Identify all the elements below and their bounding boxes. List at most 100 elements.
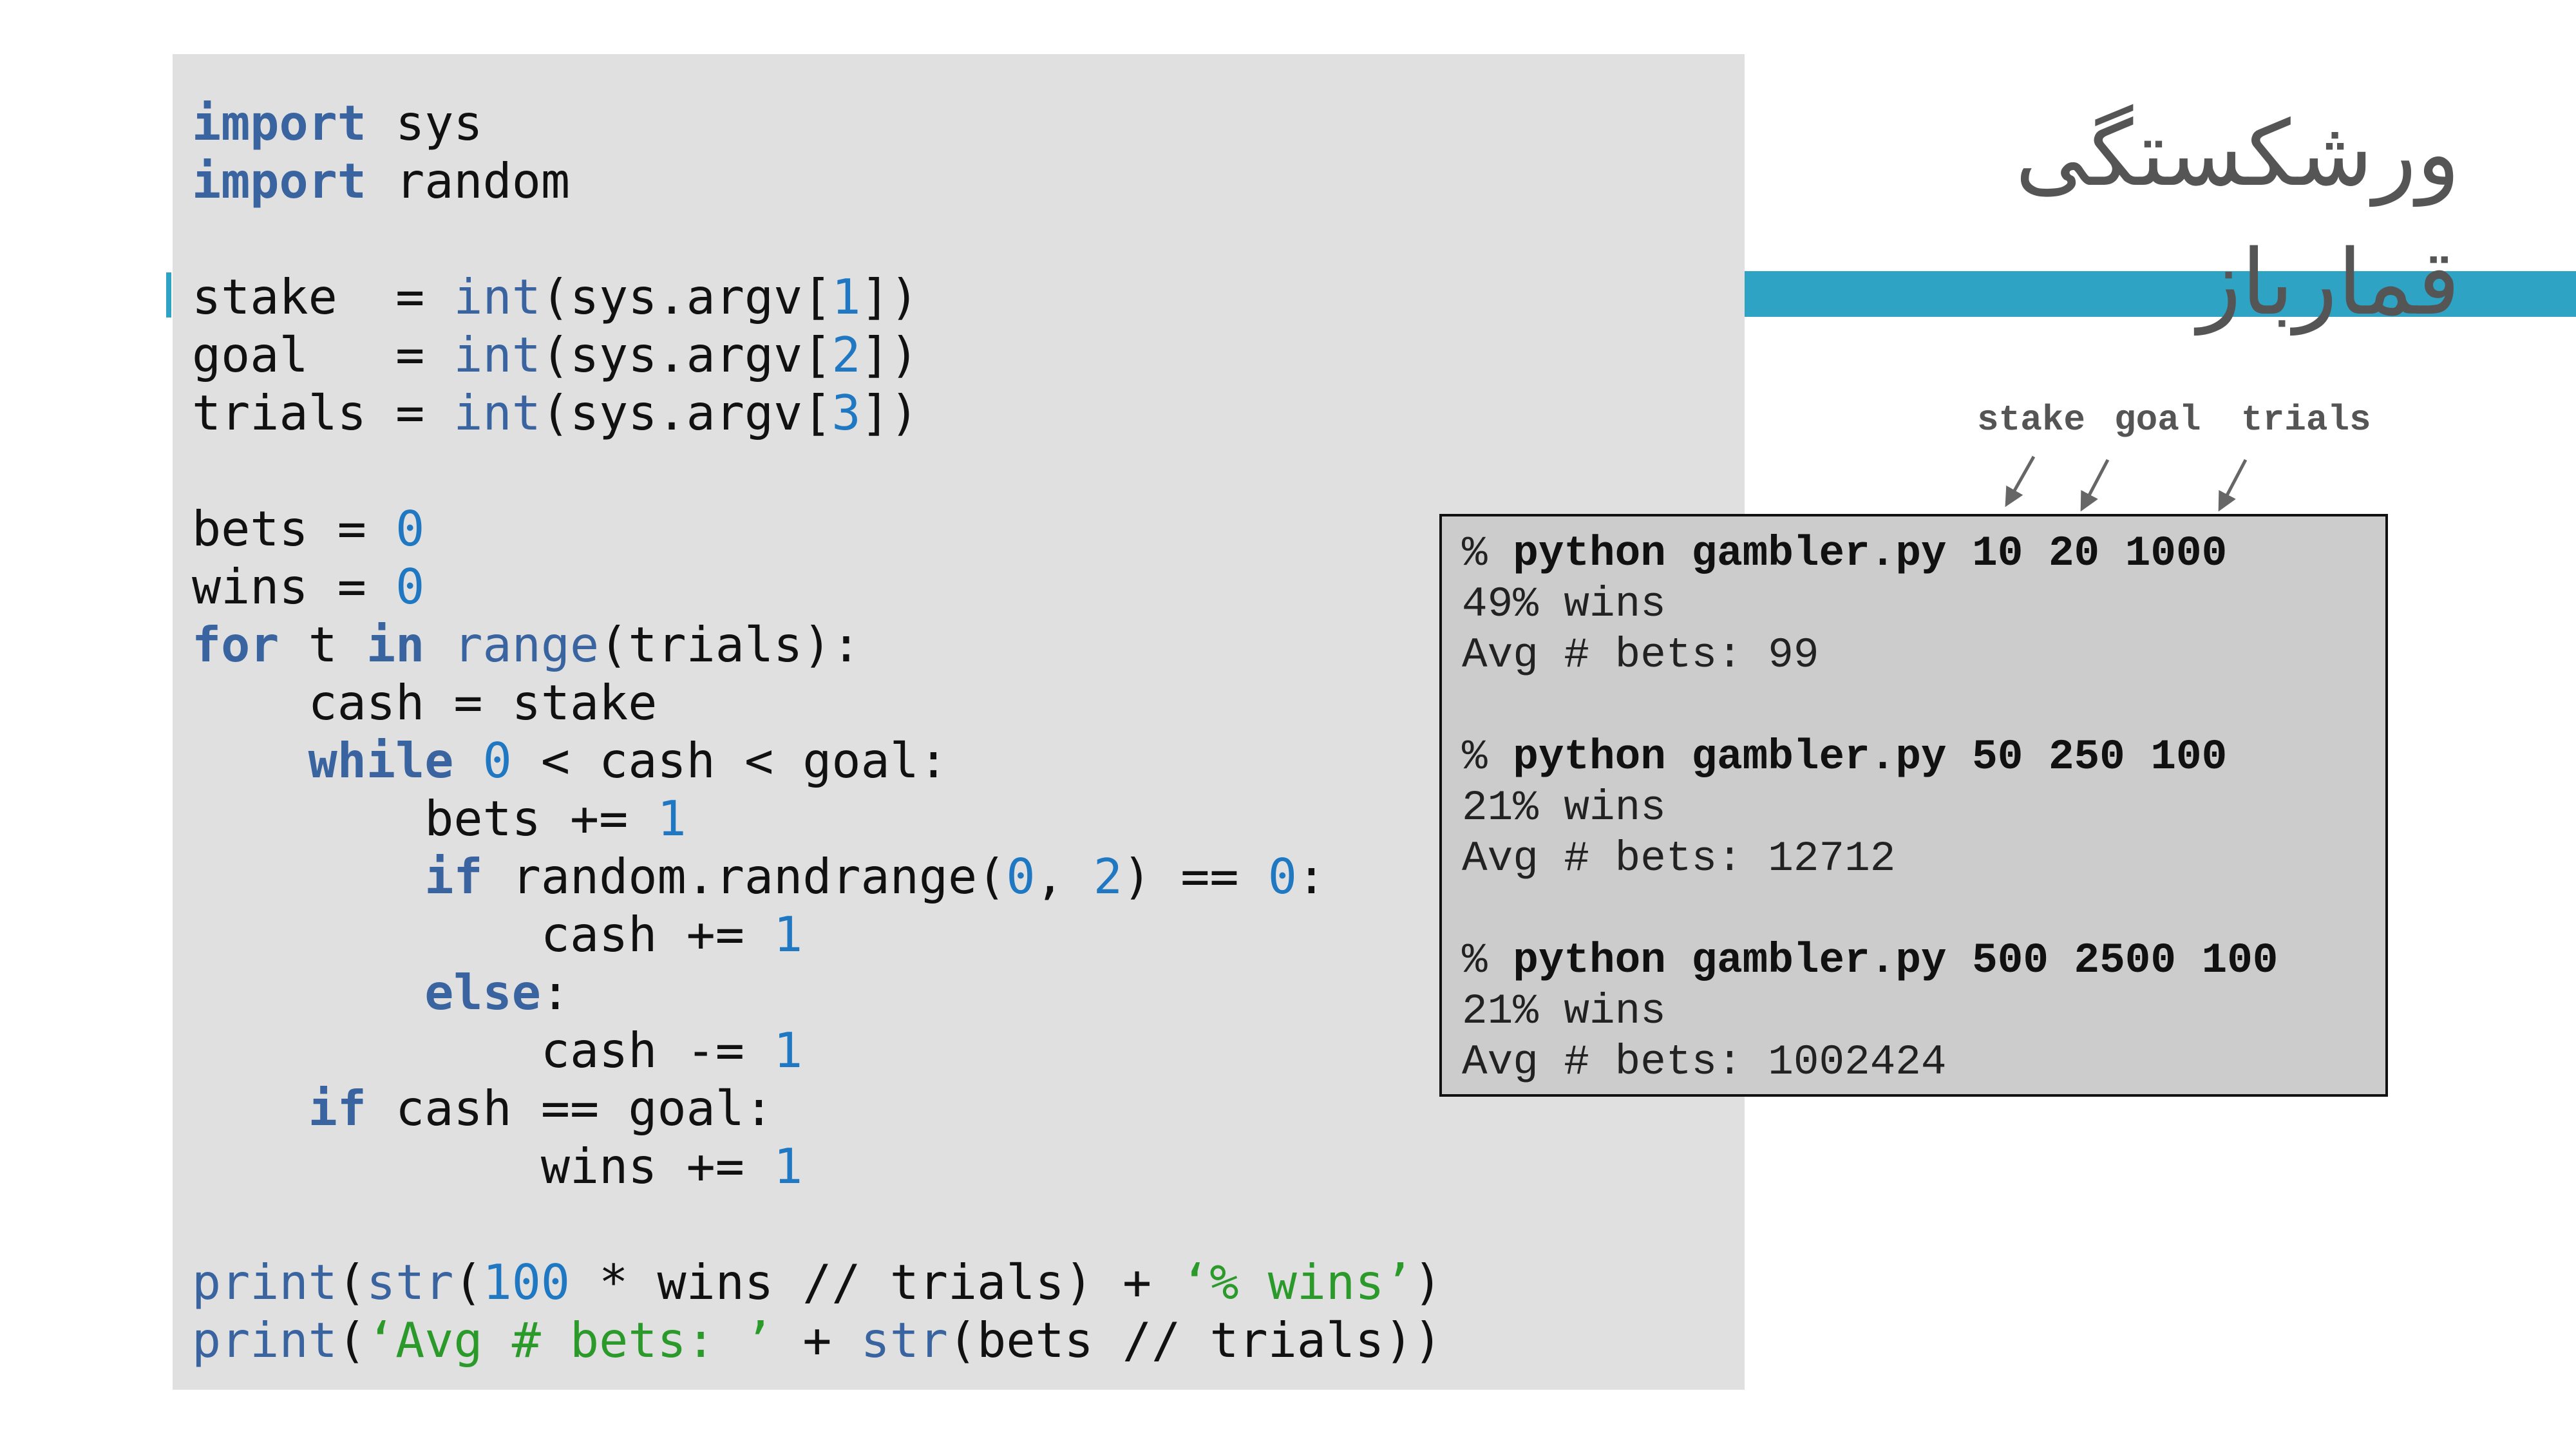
code-number: 3: [831, 384, 861, 441]
terminal-command-line: % python gambler.py 50 250 100: [1462, 732, 2278, 782]
code-number: 0: [395, 558, 425, 615]
code-line: wins += 1: [192, 1137, 1443, 1195]
label-stake: stake: [1977, 399, 2086, 440]
code-string: ‘Avg # bets: ’: [366, 1312, 774, 1368]
code-line: import sys: [192, 94, 1443, 152]
code-text: +: [773, 1312, 861, 1368]
code-text: ]): [860, 269, 919, 325]
code-string: ‘% wins’: [1180, 1254, 1414, 1311]
prompt-symbol: %: [1462, 936, 1488, 985]
code-line: stake = int(sys.argv[1]): [192, 268, 1443, 326]
code-keyword: while: [308, 732, 454, 789]
code-builtin: range: [453, 616, 600, 673]
code-builtin: print: [192, 1254, 337, 1311]
code-text: (trials):: [599, 616, 861, 673]
code-number: 2: [1093, 848, 1122, 905]
python-code-listing: import sys import random stake = int(sys.a…: [192, 94, 1443, 1369]
code-line: cash += 1: [192, 905, 1443, 963]
code-text: wins =: [192, 558, 396, 615]
text-cursor-marker: [166, 272, 171, 317]
code-text: ]): [860, 327, 919, 383]
code-text: t: [279, 616, 366, 673]
terminal-avg-bets-output: Avg # bets: 1002424: [1462, 1038, 1947, 1086]
code-text: ): [1413, 1254, 1443, 1311]
code-line: while 0 < cash < goal:: [192, 732, 1443, 790]
code-line: for t in range(trials):: [192, 616, 1443, 674]
code-number: 0: [395, 500, 425, 557]
terminal-wins-output: 21% wins: [1462, 784, 1666, 832]
label-goal: goal: [2114, 399, 2201, 440]
code-line: cash -= 1: [192, 1021, 1443, 1079]
terminal-wins-output: 49% wins: [1462, 580, 1666, 629]
slide-title: ورشکستگی قمارباز: [2015, 102, 2460, 336]
arrow-trials-icon: [2218, 459, 2248, 512]
code-builtin: str: [366, 1254, 454, 1311]
terminal-command-line: % python gambler.py 10 20 1000: [1462, 528, 2278, 579]
code-text: cash -=: [192, 1022, 774, 1079]
code-number: 1: [657, 790, 687, 847]
code-line: import random: [192, 152, 1443, 210]
code-text: cash +=: [192, 906, 774, 963]
code-text: (sys.argv[: [540, 269, 832, 325]
code-keyword: for: [192, 616, 279, 673]
code-text: cash == goal:: [366, 1080, 774, 1137]
code-text: trials =: [192, 384, 454, 441]
code-text: (: [337, 1254, 366, 1311]
code-keyword: import: [192, 153, 366, 209]
code-builtin: str: [860, 1312, 949, 1368]
code-builtin: print: [192, 1312, 337, 1368]
code-keyword: in: [366, 616, 425, 673]
code-keyword: import: [192, 95, 366, 151]
code-text: bets +=: [192, 790, 658, 847]
code-number: 100: [482, 1254, 571, 1311]
code-text: stake =: [192, 269, 454, 325]
code-builtin: int: [453, 269, 541, 325]
code-text: (sys.argv[: [540, 384, 832, 441]
code-text: random: [366, 153, 571, 209]
code-line: trials = int(sys.argv[3]): [192, 384, 1443, 442]
code-text: (: [453, 1254, 483, 1311]
code-text: goal =: [192, 327, 454, 383]
code-text: random.randrange(: [482, 848, 1007, 905]
code-text: ]): [860, 384, 919, 441]
code-text: bets =: [192, 500, 396, 557]
code-text: wins +=: [192, 1138, 774, 1195]
code-number: 0: [1006, 848, 1036, 905]
code-number: 1: [773, 1022, 803, 1079]
label-trials: trials: [2241, 399, 2371, 440]
code-line: if random.randrange(0, 2) == 0:: [192, 848, 1443, 905]
code-keyword: if: [424, 848, 483, 905]
code-text: (: [337, 1312, 366, 1368]
code-line: print(str(100 * wins // trials) + ‘% win…: [192, 1253, 1443, 1311]
code-text: sys: [366, 95, 483, 151]
terminal-command: python gambler.py 50 250 100: [1513, 733, 2228, 781]
code-text: * wins // trials) +: [570, 1254, 1181, 1311]
code-number: 0: [482, 732, 512, 789]
code-text: < cash < goal:: [511, 732, 949, 789]
code-line: bets = 0: [192, 500, 1443, 558]
code-line: else:: [192, 963, 1443, 1021]
code-line: cash = stake: [192, 674, 1443, 732]
code-text: (bets // trials)): [948, 1312, 1443, 1368]
code-text: cash = stake: [192, 674, 658, 731]
terminal-command-line: % python gambler.py 500 2500 100: [1462, 935, 2278, 986]
code-text: (sys.argv[: [540, 327, 832, 383]
arrow-goal-icon: [2080, 459, 2110, 512]
code-line: wins = 0: [192, 558, 1443, 616]
code-number: 1: [773, 1138, 803, 1195]
prompt-symbol: %: [1462, 529, 1488, 578]
terminal-output-box: % python gambler.py 10 20 1000 49% wins Av…: [1439, 514, 2388, 1097]
code-number: 2: [831, 327, 861, 383]
code-line: if cash == goal:: [192, 1079, 1443, 1137]
arrow-stake-icon: [2005, 455, 2036, 507]
